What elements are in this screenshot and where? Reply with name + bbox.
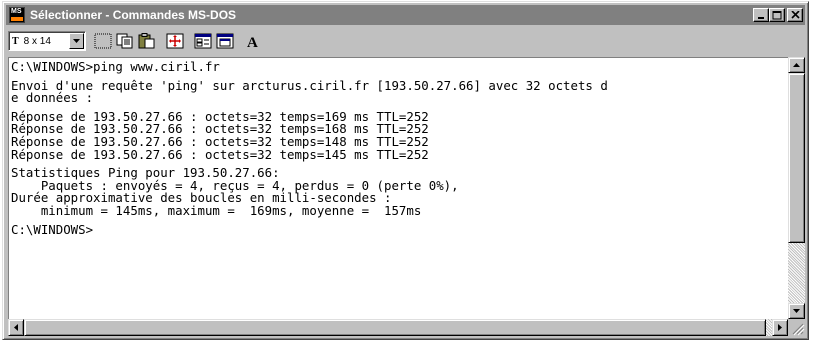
chevron-down-icon[interactable] [69,33,84,49]
arrow-right-icon [778,324,782,331]
arrow-down-icon [793,309,800,313]
scroll-right-button[interactable] [772,319,788,336]
scroll-up-button[interactable] [788,57,805,73]
font-size-value: 8 x 14 [23,35,51,47]
resize-grip-icon [792,323,805,336]
close-icon [788,9,802,21]
font-button[interactable]: A [242,31,264,51]
title-bar[interactable]: MS Sélectionner - Commandes MS-DOS [6,5,805,25]
resize-grip[interactable] [788,319,805,336]
copy-icon [116,33,133,49]
horizontal-scroll-thumb[interactable] [24,319,766,336]
console-text: C:\WINDOWS>ping www.ciril.fr Envoi d'une … [9,58,788,236]
paste-icon [138,33,155,49]
minimize-icon [754,9,768,21]
arrow-up-icon [793,63,800,67]
font-size-select[interactable]: T 8 x 14 [8,31,86,51]
fullscreen-button[interactable] [164,31,186,51]
font-icon: A [247,35,258,49]
background-icon [216,33,234,49]
console-line: C:\WINDOWS> [11,221,94,237]
msdos-window: MS Sélectionner - Commandes MS-DOS T 8 x… [2,1,809,340]
toolbar: T 8 x 14 A [8,29,803,53]
copy-button[interactable] [114,31,136,51]
maximize-button[interactable] [769,8,785,22]
console-line: Réponse de 193.50.27.66 : octets=32 temp… [11,146,429,162]
scroll-left-button[interactable] [8,319,24,336]
properties-icon [194,33,212,49]
console-line: e données : [11,90,94,106]
minimize-button[interactable] [753,8,769,22]
paste-button[interactable] [136,31,158,51]
console-line: C:\WINDOWS>ping www.ciril.fr [11,59,220,74]
close-button[interactable] [787,8,803,22]
window-title: Sélectionner - Commandes MS-DOS [30,8,237,22]
vertical-scrollbar[interactable] [788,57,805,319]
font-button-label: A [247,35,258,49]
horizontal-scrollbar[interactable] [8,319,788,336]
scroll-down-button[interactable] [788,303,805,319]
mark-button[interactable] [92,31,114,51]
msdos-app-icon[interactable]: MS [9,7,25,23]
console-line: Envoi d'une requête 'ping' sur arcturus.… [11,77,608,93]
vertical-scroll-thumb[interactable] [788,73,805,243]
arrow-left-icon [14,324,18,331]
fullscreen-icon [166,33,184,49]
console-line: minimum = 145ms, maximum = 169ms, moyenn… [11,202,422,218]
background-button[interactable] [214,31,236,51]
truetype-icon: T [12,35,19,47]
console-output[interactable]: C:\WINDOWS>ping www.ciril.fr Envoi d'une … [8,57,788,319]
mark-icon [94,33,112,49]
maximize-icon [770,9,784,21]
properties-button[interactable] [192,31,214,51]
